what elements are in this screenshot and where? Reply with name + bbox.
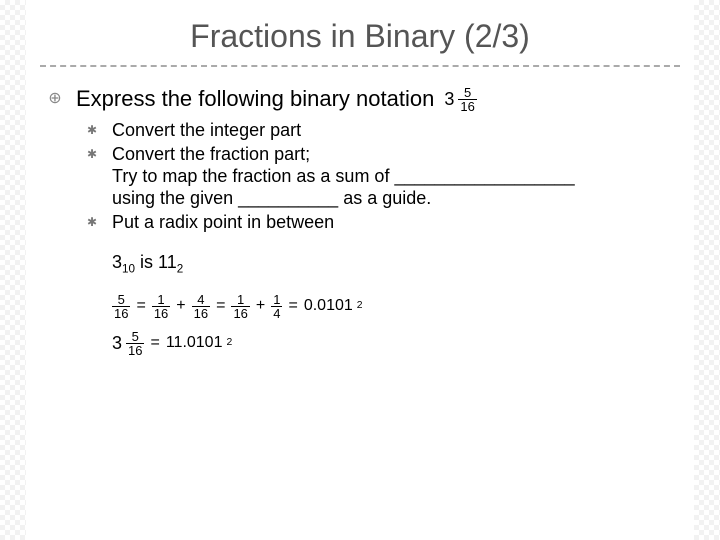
equals-icon: =	[150, 330, 159, 356]
mixed-num: 5	[464, 86, 471, 99]
level1-content: Express the following binary notation 3 …	[76, 85, 680, 357]
int-sub1: 10	[122, 263, 135, 276]
subbullet-c: ✱ Put a radix point in between	[84, 211, 680, 233]
eq2-mixed: 3 5 16	[112, 330, 144, 357]
bg-right-pattern	[694, 0, 720, 540]
plus-icon: +	[176, 293, 185, 319]
eq1-result: 0.0101	[304, 293, 353, 319]
equals-icon: =	[216, 293, 225, 319]
eq1-lhs: 5 16	[112, 293, 130, 320]
main-prompt: Express the following binary notation 3 …	[76, 85, 680, 113]
subbullet-c-text: Put a radix point in between	[112, 211, 334, 233]
eq1-t2: 4 16	[192, 293, 210, 320]
equals-icon: =	[136, 293, 145, 319]
subbullet-a-text: Convert the integer part	[112, 119, 301, 141]
mixed-fraction-part: 5 16	[458, 86, 476, 113]
eq1-base: 2	[357, 293, 363, 319]
int-pre: 3	[112, 252, 122, 272]
asterisk-icon: ✱	[84, 211, 100, 233]
asterisk-icon: ✱	[84, 119, 100, 141]
sub-b-line1: Convert the fraction part;	[112, 143, 575, 165]
int-sub2: 2	[177, 263, 184, 276]
subbullet-b: ✱ Convert the fraction part; Try to map …	[84, 143, 680, 209]
bullet-level1: ⊕ Express the following binary notation …	[46, 85, 680, 357]
eq2-result: 11.0101	[166, 330, 223, 356]
title-divider	[40, 65, 680, 67]
mixed-fraction-3-5-16: 3 5 16	[444, 86, 476, 113]
subbullet-b-text: Convert the fraction part; Try to map th…	[112, 143, 575, 209]
plus-icon: +	[256, 293, 265, 319]
integer-conversion-line: 310 is 112	[112, 249, 680, 283]
bg-left-pattern	[0, 0, 26, 540]
oplus-icon: ⊕	[46, 85, 64, 113]
worked-example: 310 is 112 5 16 = 1 16 + 4 16	[112, 249, 680, 357]
mixed-whole: 3	[444, 90, 454, 108]
final-mixed-result: 3 5 16 = 11.01012	[112, 330, 680, 357]
asterisk-icon: ✱	[84, 143, 100, 165]
eq1-t1: 1 16	[152, 293, 170, 320]
slide: Fractions in Binary (2/3) ⊕ Express the …	[0, 0, 720, 540]
main-prompt-text: Express the following binary notation	[76, 85, 434, 113]
subbullet-a: ✱ Convert the integer part	[84, 119, 680, 141]
eq1-alt1: 1 16	[231, 293, 249, 320]
eq2-base: 2	[226, 330, 232, 356]
mixed-den: 16	[458, 99, 476, 113]
int-mid: is 11	[135, 252, 177, 272]
sub-b-line2: Try to map the fraction as a sum of ____…	[112, 165, 575, 187]
sub-b-line3: using the given __________ as a guide.	[112, 187, 575, 209]
eq1-alt2: 1 4	[271, 293, 282, 320]
slide-title: Fractions in Binary (2/3)	[40, 18, 680, 55]
equals-icon: =	[288, 293, 297, 319]
fraction-decomposition: 5 16 = 1 16 + 4 16 = 1	[112, 293, 680, 320]
